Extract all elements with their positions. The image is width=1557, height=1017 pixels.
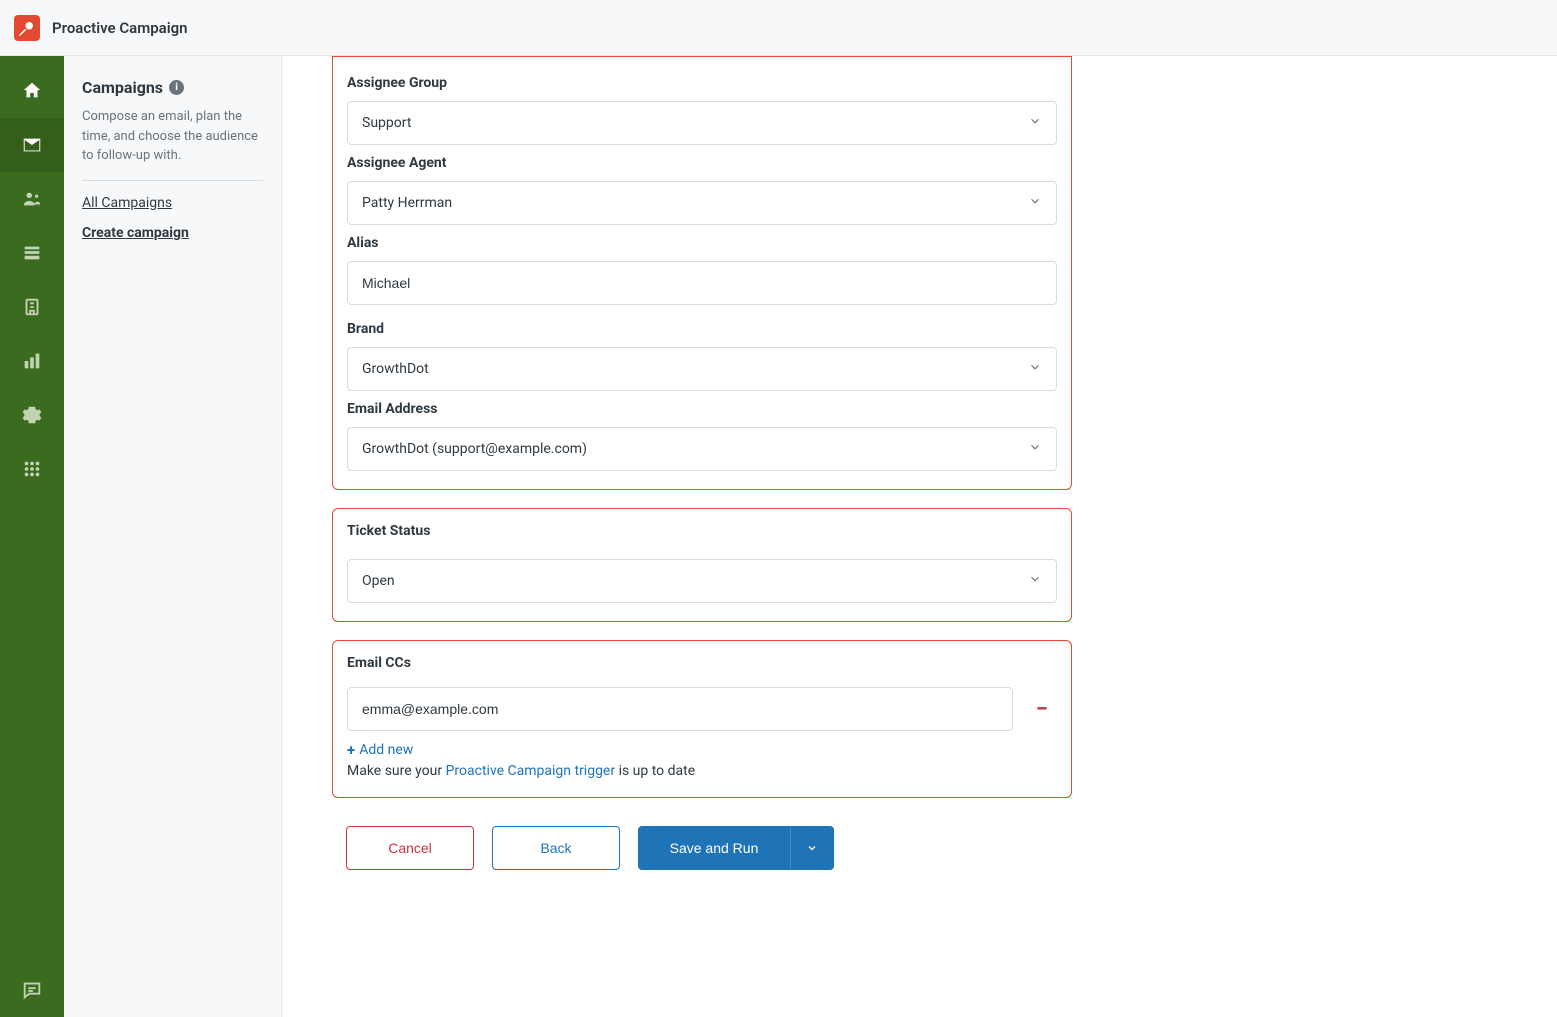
group-assignee: Assignee Group Support Assignee Agent Pa…	[332, 56, 1072, 490]
label-assignee-group: Assignee Group	[347, 75, 1057, 91]
plus-icon: +	[347, 741, 355, 759]
nav-mail[interactable]	[0, 118, 64, 172]
select-ticket-status[interactable]: Open	[347, 559, 1057, 603]
select-value: Support	[362, 115, 411, 131]
select-email-address[interactable]: GrowthDot (support@example.com)	[347, 427, 1057, 471]
chevron-down-icon	[1028, 440, 1042, 458]
nav-inbox[interactable]	[0, 226, 64, 280]
label-email-ccs: Email CCs	[347, 655, 1057, 671]
label-assignee-agent: Assignee Agent	[347, 155, 1057, 171]
chevron-down-icon	[1028, 360, 1042, 378]
nav-org[interactable]	[0, 280, 64, 334]
chevron-down-icon	[1028, 572, 1042, 590]
select-value: GrowthDot	[362, 361, 429, 377]
select-value: Patty Herrman	[362, 195, 452, 211]
select-value: Open	[362, 573, 395, 589]
sidebar-panel: Campaigns i Compose an email, plan the t…	[64, 56, 282, 1017]
link-all-campaigns[interactable]: All Campaigns	[82, 195, 263, 211]
chevron-down-icon	[1028, 194, 1042, 212]
back-button[interactable]: Back	[492, 826, 620, 870]
label-brand: Brand	[347, 321, 1057, 337]
group-ticket-status: Ticket Status Open	[332, 508, 1072, 622]
nav-reports[interactable]	[0, 334, 64, 388]
sidebar-description: Compose an email, plan the time, and cho…	[82, 107, 263, 181]
app-logo	[14, 15, 40, 41]
nav-chat[interactable]	[0, 963, 64, 1017]
sidebar-title: Campaigns	[82, 78, 163, 97]
label-email-address: Email Address	[347, 401, 1057, 417]
label-ticket-status: Ticket Status	[347, 523, 1057, 539]
help-text: Make sure your Proactive Campaign trigge…	[347, 763, 1057, 779]
select-brand[interactable]: GrowthDot	[347, 347, 1057, 391]
add-new-cc[interactable]: + Add new	[347, 741, 413, 759]
group-email-ccs: Email CCs − + Add new Make sure your Pro…	[332, 640, 1072, 798]
select-assignee-group[interactable]: Support	[347, 101, 1057, 145]
select-assignee-agent[interactable]: Patty Herrman	[347, 181, 1057, 225]
label-alias: Alias	[347, 235, 1057, 251]
link-create-campaign[interactable]: Create campaign	[82, 225, 263, 241]
info-icon[interactable]: i	[169, 80, 184, 95]
help-link-trigger[interactable]: Proactive Campaign trigger	[446, 763, 616, 779]
app-title: Proactive Campaign	[52, 19, 188, 37]
select-value: GrowthDot (support@example.com)	[362, 441, 587, 457]
nav-settings[interactable]	[0, 388, 64, 442]
top-header: Proactive Campaign	[0, 0, 1557, 56]
footer-buttons: Cancel Back Save and Run	[332, 826, 1072, 870]
chevron-down-icon	[1028, 114, 1042, 132]
input-email-cc[interactable]	[347, 687, 1013, 731]
save-options-button[interactable]	[790, 826, 834, 870]
save-and-run-button[interactable]: Save and Run	[638, 826, 790, 870]
cancel-button[interactable]: Cancel	[346, 826, 474, 870]
nav-users[interactable]	[0, 172, 64, 226]
nav-rail	[0, 56, 64, 1017]
main-content: Assignee Group Support Assignee Agent Pa…	[282, 56, 1557, 1017]
remove-cc-button[interactable]: −	[1027, 697, 1057, 722]
nav-home[interactable]	[0, 64, 64, 118]
add-new-label: Add new	[359, 742, 413, 758]
nav-apps[interactable]	[0, 442, 64, 496]
input-alias[interactable]	[347, 261, 1057, 305]
chevron-down-icon	[806, 842, 818, 854]
